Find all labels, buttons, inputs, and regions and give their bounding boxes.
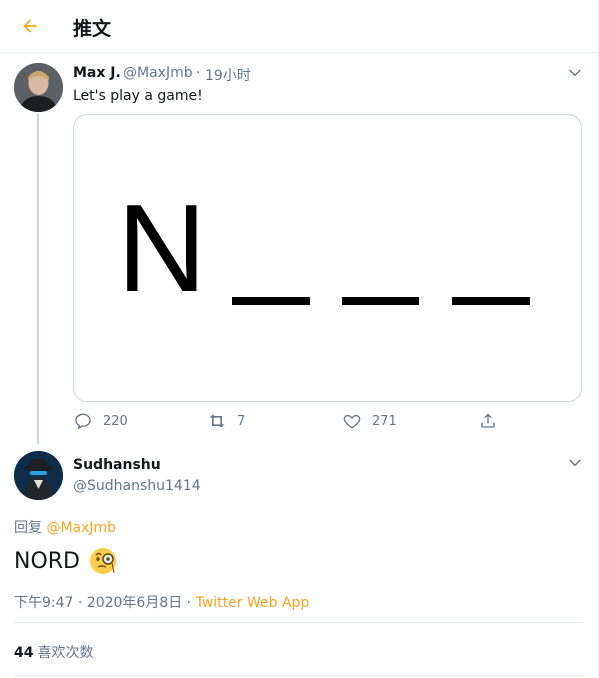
face-with-monocle-icon [90, 548, 116, 574]
retweet-icon [209, 414, 225, 428]
retweet-button[interactable]: 7 [207, 410, 245, 432]
likes-label: 喜欢次数 [37, 645, 94, 661]
back-button[interactable] [14, 10, 46, 42]
more-menu-button[interactable] [566, 64, 584, 82]
thread-line [37, 114, 39, 444]
chevron-down-icon [569, 459, 581, 467]
tweet-meta: 下午9:47 · 2020年6月8日 · Twitter Web App [14, 592, 309, 612]
divider [14, 622, 584, 623]
media-letter: N [117, 180, 207, 318]
author-handle[interactable]: @MaxJmb [123, 65, 193, 81]
reply-count: 220 [103, 413, 128, 429]
like-button[interactable]: 271 [342, 410, 397, 432]
tweet-source[interactable]: Twitter Web App [196, 595, 310, 611]
reply-prefix: 回复 [14, 520, 42, 536]
share-icon [481, 413, 495, 428]
page-title: 推文 [73, 18, 112, 40]
author-name[interactable]: Sudhanshu [73, 457, 161, 473]
more-menu-button[interactable] [566, 454, 584, 472]
media-blank [342, 297, 419, 305]
separator: · [196, 65, 201, 81]
tweet-time[interactable]: 19小时 [205, 65, 251, 85]
avatar-sudhanshu[interactable] [14, 451, 63, 500]
tweet-text-container: NORD [14, 546, 118, 576]
heart-icon [343, 414, 361, 429]
retweet-count: 7 [237, 413, 246, 429]
avatar-image [14, 63, 63, 112]
like-count: 271 [372, 413, 397, 429]
tweet-text: Let's play a game! [73, 88, 203, 104]
media-blank [232, 297, 310, 305]
author-name[interactable]: Max J. [73, 65, 121, 81]
tweet-text: NORD [14, 548, 80, 574]
chevron-down-icon [569, 69, 581, 77]
reply-mention[interactable]: @MaxJmb [46, 520, 116, 536]
share-button[interactable] [478, 410, 498, 432]
avatar-max[interactable] [14, 63, 63, 112]
tweet-timestamp[interactable]: 下午9:47 · 2020年6月8日 · [14, 595, 191, 611]
tweet-detail-page: 推文 Max J. @MaxJmb · 19小时 Let's play a ga… [0, 0, 599, 678]
avatar-image [14, 451, 63, 500]
likes-count: 44 [14, 645, 34, 661]
reply-to-line: 回复 @MaxJmb [14, 517, 116, 537]
media-blank [452, 297, 530, 305]
divider [14, 675, 584, 676]
likes-stat[interactable]: 44 喜欢次数 [14, 642, 93, 662]
header: 推文 [0, 0, 598, 53]
reply-icon [75, 413, 91, 430]
arrow-left-icon [23, 19, 37, 33]
reply-button[interactable]: 220 [73, 410, 128, 432]
tweet-media[interactable]: N [73, 114, 582, 402]
author-handle[interactable]: @Sudhanshu1414 [73, 478, 201, 494]
